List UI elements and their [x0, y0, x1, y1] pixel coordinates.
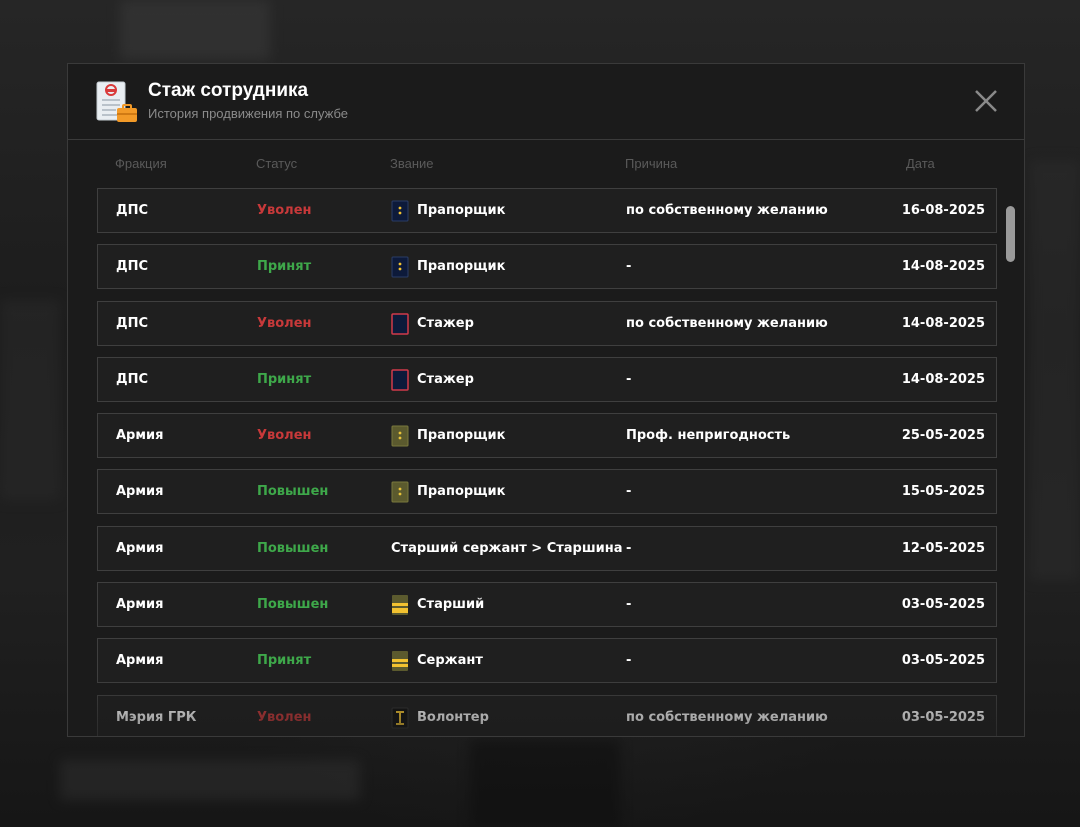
row-faction: Армия: [116, 653, 164, 669]
row-date: 03-05-2025: [901, 653, 985, 669]
row-status: Повышен: [257, 597, 329, 613]
row-date: 14-08-2025: [901, 259, 985, 275]
army-praporshchik-shoulder-icon: [391, 425, 409, 447]
row-status: Уволен: [257, 203, 312, 218]
row-faction: Армия: [116, 597, 164, 613]
document-briefcase-icon: [95, 80, 139, 124]
history-row[interactable]: ДПС Уволен Прапорщик по собственному желани…: [97, 188, 997, 233]
dps-stazher-shoulder-icon: [391, 369, 409, 391]
row-reason: -: [626, 259, 632, 275]
row-faction: ДПС: [116, 203, 148, 218]
row-faction: ДПС: [116, 371, 148, 387]
column-header-status: Статус: [256, 156, 298, 171]
service-history-modal: Стаж сотрудника История продвижения по с…: [67, 63, 1025, 737]
history-row[interactable]: Армия Повышен Прапорщик - 15-05-2025: [97, 469, 997, 515]
row-faction: Армия: [116, 540, 164, 556]
row-status: Уволен: [257, 428, 312, 444]
modal-subtitle: История продвижения по службе: [148, 106, 348, 121]
history-row[interactable]: ДПС Принят Прапорщик - 14-08-2025: [97, 244, 997, 290]
history-list[interactable]: ДПС Уволен Прапорщик по собственному желани…: [97, 188, 997, 736]
row-date: 14-08-2025: [901, 371, 985, 387]
row-faction: Армия: [116, 484, 164, 500]
background-shape: [470, 740, 620, 827]
background-shape: [60, 760, 360, 800]
dps-praporshchik-shoulder-icon: [391, 200, 409, 222]
row-status: Уволен: [257, 709, 312, 725]
row-reason: по собственному желанию: [626, 709, 828, 725]
army-starshiy-shoulder-icon: [391, 594, 409, 616]
background-shape: [0, 300, 60, 500]
row-date: 25-05-2025: [901, 428, 985, 444]
history-row[interactable]: Армия Уволен Прапорщик Проф. непригодность 2…: [97, 413, 997, 459]
row-date: 12-05-2025: [901, 540, 985, 556]
row-faction: Мэрия ГРК: [116, 709, 197, 725]
column-header-rank: Звание: [390, 156, 434, 171]
mayor-volonter-shoulder-icon: [391, 707, 409, 729]
modal-header: Стаж сотрудника История продвижения по с…: [68, 64, 1024, 140]
background-shape: [1030, 160, 1080, 580]
row-date: 15-05-2025: [901, 484, 985, 500]
history-row[interactable]: Армия Принят Сержант - 03-05-2025: [97, 638, 997, 684]
row-date: 14-08-2025: [901, 315, 985, 331]
row-rank: Старший: [417, 597, 485, 613]
row-reason: по собственному желанию: [626, 315, 828, 331]
row-reason: -: [626, 484, 632, 500]
row-reason: Проф. непригодность: [626, 428, 791, 444]
history-row[interactable]: Армия Повышен Старший сержант > Старшина - 1…: [97, 525, 997, 571]
row-status: Повышен: [257, 540, 329, 556]
row-rank: Сержант: [417, 653, 483, 669]
row-status: Принят: [257, 259, 312, 275]
history-row[interactable]: ДПС Принят Стажер - 14-08-2025: [97, 356, 997, 402]
table-header: Фракция Статус Звание Причина Дата: [68, 140, 1024, 186]
row-rank: Стажер: [417, 315, 474, 331]
column-header-date: Дата: [906, 156, 935, 171]
row-rank: Прапорщик: [417, 259, 506, 275]
history-row[interactable]: ДПС Уволен Стажер по собственному желанию 14…: [97, 300, 997, 346]
row-reason: -: [626, 371, 632, 387]
row-rank: Прапорщик: [417, 484, 506, 500]
history-row[interactable]: Мэрия ГРК Уволен Волонтер по собственному ж…: [97, 694, 997, 736]
row-reason: по собственному желанию: [626, 203, 828, 218]
row-status: Уволен: [257, 315, 312, 331]
dps-stazher-shoulder-icon: [391, 312, 409, 335]
row-reason: -: [626, 597, 632, 613]
column-header-reason: Причина: [625, 156, 678, 171]
row-rank: Прапорщик: [417, 428, 506, 444]
row-date: 03-05-2025: [901, 709, 985, 725]
row-status: Принят: [257, 653, 312, 669]
row-faction: ДПС: [116, 259, 148, 275]
background-shape: [120, 0, 270, 60]
row-date: 16-08-2025: [901, 203, 985, 218]
row-reason: -: [626, 540, 632, 556]
row-faction: Армия: [116, 428, 164, 444]
row-rank: Прапорщик: [417, 203, 506, 218]
army-praporshchik-shoulder-icon: [391, 481, 409, 503]
close-icon[interactable]: [974, 89, 998, 113]
modal-title: Стаж сотрудника: [148, 80, 309, 101]
row-reason: -: [626, 653, 632, 669]
scrollbar-thumb[interactable]: [1006, 206, 1015, 262]
column-header-faction: Фракция: [115, 156, 167, 171]
army-serzhant-shoulder-icon: [391, 650, 409, 672]
row-rank: Стажер: [417, 371, 474, 387]
row-faction: ДПС: [116, 315, 148, 331]
row-status: Повышен: [257, 484, 329, 500]
row-rank: Старший сержант > Старшина: [391, 540, 623, 556]
history-row[interactable]: Армия Повышен Старший - 03-05-2025: [97, 582, 997, 628]
row-rank: Волонтер: [417, 709, 489, 725]
row-status: Принят: [257, 371, 312, 387]
dps-praporshchik-shoulder-icon: [391, 256, 409, 278]
row-date: 03-05-2025: [901, 597, 985, 613]
